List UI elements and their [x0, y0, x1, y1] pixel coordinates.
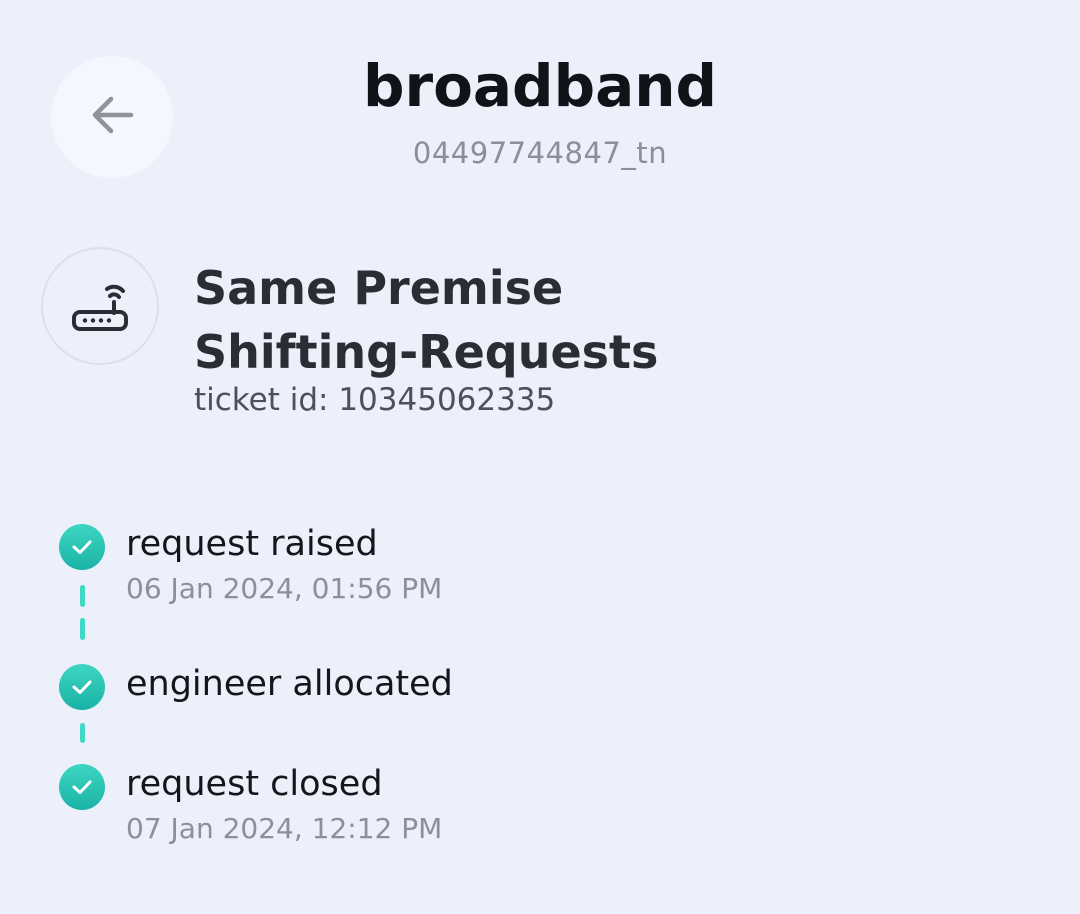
timeline-connector	[80, 618, 85, 640]
timeline-connector	[80, 585, 85, 607]
router-icon	[69, 275, 131, 337]
check-circle-icon	[59, 764, 105, 810]
step-label: request raised	[126, 524, 378, 564]
check-circle-icon	[59, 664, 105, 710]
timeline-connector	[80, 723, 85, 743]
service-badge	[41, 247, 159, 365]
step-label: request closed	[126, 764, 383, 804]
step-label: engineer allocated	[126, 664, 453, 704]
request-title: Same Premise Shifting-Requests	[194, 256, 994, 384]
account-id: 04497744847_tn	[412, 136, 668, 170]
step-timestamp: 06 Jan 2024, 01:56 PM	[126, 572, 443, 605]
request-title-line-1: Same Premise	[194, 261, 564, 315]
request-title-line-2: Shifting-Requests	[194, 325, 659, 379]
step-timestamp: 07 Jan 2024, 12:12 PM	[126, 812, 443, 845]
ticket-id: ticket id: 10345062335	[194, 382, 556, 418]
page-title: broadband	[362, 52, 718, 120]
ticket-status-screen: broadband 04497744847_tn Same Premise Sh…	[0, 0, 1080, 914]
check-circle-icon	[59, 524, 105, 570]
